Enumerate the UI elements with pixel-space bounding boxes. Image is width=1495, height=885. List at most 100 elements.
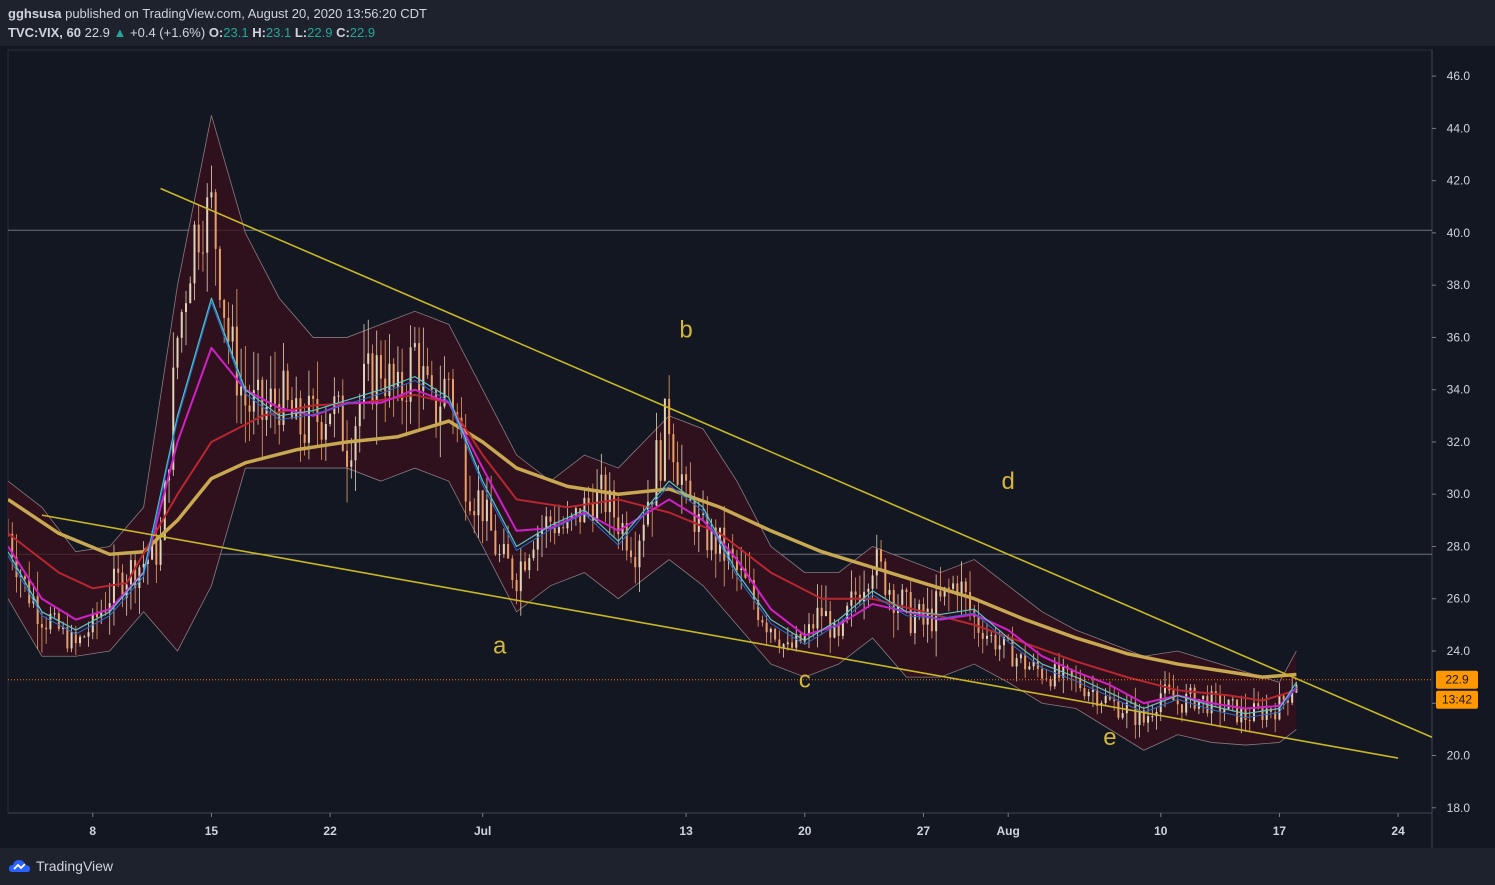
candle-body bbox=[1083, 688, 1086, 697]
candle-body bbox=[507, 544, 510, 559]
candle-body bbox=[223, 300, 226, 318]
candle-body bbox=[53, 613, 56, 615]
candle-body bbox=[1041, 668, 1044, 679]
high-label: H: bbox=[252, 25, 266, 40]
candle-body bbox=[680, 474, 683, 485]
candle-body bbox=[1248, 720, 1251, 722]
candle-body bbox=[91, 613, 94, 633]
symbol-label[interactable]: TVC:VIX, 60 bbox=[8, 25, 81, 40]
open-value: 23.1 bbox=[223, 25, 249, 40]
low-label: L: bbox=[294, 25, 308, 40]
y-tick-label: 18.0 bbox=[1447, 801, 1471, 815]
candle-body bbox=[901, 589, 904, 605]
y-tick-label: 40.0 bbox=[1447, 226, 1471, 240]
candle-body bbox=[1113, 699, 1116, 702]
candle-body bbox=[498, 554, 501, 556]
candle-body bbox=[346, 450, 349, 467]
wave-label-a: a bbox=[493, 633, 507, 660]
candle-body bbox=[435, 389, 438, 424]
tradingview-logo[interactable]: TradingView bbox=[8, 856, 113, 876]
candle-body bbox=[214, 192, 217, 249]
candle-body bbox=[765, 622, 768, 633]
candle-body bbox=[562, 527, 565, 529]
x-tick-label: 13 bbox=[679, 824, 693, 838]
candle-body bbox=[307, 395, 310, 443]
candle-body bbox=[791, 642, 794, 648]
candle-body bbox=[812, 624, 815, 629]
candle-body bbox=[70, 632, 73, 649]
candle-body bbox=[193, 224, 196, 284]
candle-body bbox=[634, 557, 637, 568]
candle-body bbox=[676, 462, 679, 485]
candle-body bbox=[396, 371, 399, 388]
candle-body bbox=[659, 440, 662, 481]
tradingview-brand: TradingView bbox=[36, 858, 114, 874]
candle-body bbox=[824, 611, 827, 617]
candle-body bbox=[1087, 691, 1090, 697]
y-tick-label: 30.0 bbox=[1447, 487, 1471, 501]
candle-body bbox=[422, 366, 425, 391]
x-tick-label: Jul bbox=[474, 824, 491, 838]
candle-body bbox=[1180, 704, 1183, 713]
y-tick-label: 32.0 bbox=[1447, 435, 1471, 449]
candle-body bbox=[447, 378, 450, 380]
candle-body bbox=[1236, 699, 1239, 723]
candle-body bbox=[702, 513, 705, 515]
x-tick-label: 27 bbox=[917, 824, 931, 838]
candle-body bbox=[998, 645, 1001, 650]
candle-body bbox=[977, 616, 980, 633]
candle-body bbox=[1049, 679, 1052, 687]
publisher-username[interactable]: gghsusa bbox=[8, 6, 61, 21]
candle-body bbox=[642, 524, 645, 541]
candle-body bbox=[129, 560, 132, 585]
candle-body bbox=[880, 549, 883, 562]
candle-body bbox=[439, 406, 442, 424]
candle-body bbox=[274, 388, 276, 404]
candle-body bbox=[1024, 654, 1027, 670]
candle-body bbox=[969, 592, 972, 610]
price-change: +0.4 (+1.6%) bbox=[130, 25, 206, 40]
candle-body bbox=[473, 511, 476, 516]
candle-body bbox=[528, 558, 531, 571]
candle-body bbox=[511, 558, 514, 580]
candle-body bbox=[392, 363, 395, 388]
candle-body bbox=[1104, 696, 1107, 703]
candle-body bbox=[515, 579, 518, 592]
price-chart[interactable]: 18.020.022.024.026.028.030.032.034.036.0… bbox=[0, 46, 1495, 848]
candle-body bbox=[1117, 701, 1120, 718]
candle-body bbox=[485, 499, 488, 522]
candle-body bbox=[185, 303, 187, 313]
candle-body bbox=[816, 607, 819, 629]
wave-label-b: b bbox=[679, 316, 692, 343]
candle-body bbox=[324, 424, 327, 440]
candle-body bbox=[176, 337, 179, 368]
candle-body bbox=[1202, 695, 1205, 700]
candle-body bbox=[379, 355, 382, 379]
y-tick-label: 24.0 bbox=[1447, 644, 1471, 658]
wave-label-d: d bbox=[1002, 468, 1015, 495]
header-bar: gghsusa published on TradingView.com, Au… bbox=[0, 0, 1495, 46]
candle-body bbox=[481, 490, 484, 522]
candle-body bbox=[413, 343, 416, 348]
candle-body bbox=[329, 414, 332, 425]
wave-label-c: c bbox=[799, 667, 811, 694]
candle-body bbox=[316, 398, 319, 423]
candle-body bbox=[964, 581, 967, 593]
footer-bar: TradingView bbox=[0, 848, 1495, 885]
candle-body bbox=[638, 540, 641, 568]
candle-body bbox=[774, 628, 777, 640]
candle-body bbox=[367, 353, 370, 364]
candle-body bbox=[388, 363, 391, 397]
x-tick-label: Aug bbox=[997, 824, 1020, 838]
publish-text: published on TradingView.com, August 20,… bbox=[65, 6, 427, 21]
y-tick-label: 46.0 bbox=[1447, 69, 1471, 83]
open-label: O: bbox=[208, 25, 224, 40]
candle-body bbox=[986, 635, 988, 639]
x-tick-label: 17 bbox=[1273, 824, 1287, 838]
candle-body bbox=[1028, 666, 1031, 670]
countdown-tag-label: 13:42 bbox=[1442, 693, 1472, 707]
candle-body bbox=[1091, 689, 1094, 692]
candle-body bbox=[197, 224, 200, 253]
candle-body bbox=[672, 434, 675, 463]
candle-body bbox=[23, 576, 26, 580]
